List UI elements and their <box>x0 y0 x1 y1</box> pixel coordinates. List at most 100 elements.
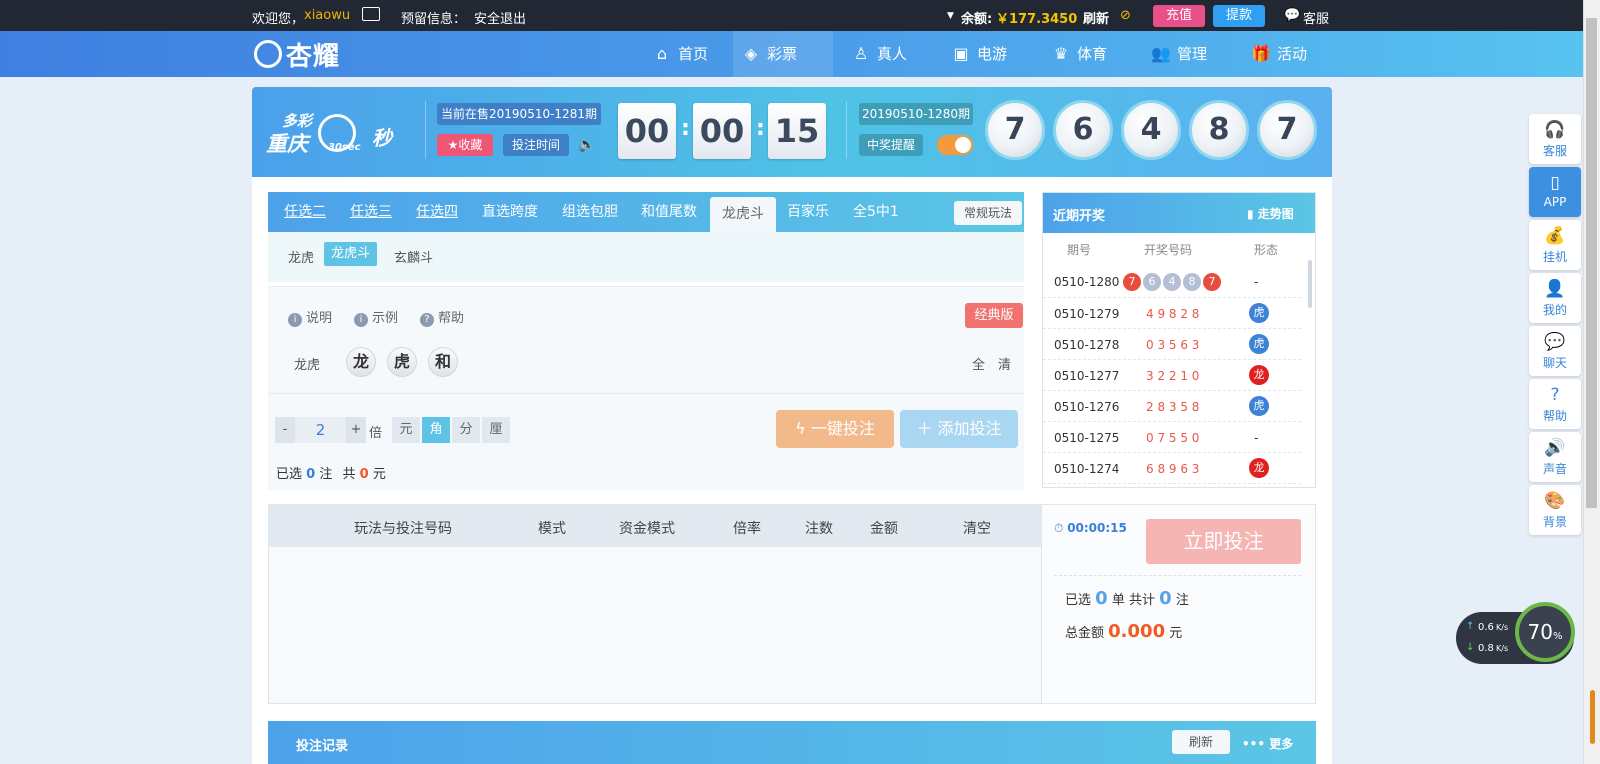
recent-row: 0510-1278 0 3 5 6 3 虎 <box>1043 329 1301 360</box>
nav-item-activity[interactable]: 🎁 活动 <box>1243 31 1307 77</box>
favorite-button[interactable]: ★收藏 <box>437 134 493 156</box>
countdown-hours: 00 <box>618 103 676 159</box>
sidebar-item-chat[interactable]: 💬 聊天 <box>1529 326 1581 376</box>
tab-any-two[interactable]: 任选二 <box>284 192 326 232</box>
multiplier-plus-button[interactable]: + <box>346 417 366 443</box>
tab-direct-span[interactable]: 直选跨度 <box>482 192 538 232</box>
multiplier-input[interactable]: 2 <box>295 417 346 443</box>
tab-all5-hit1[interactable]: 全5中1 <box>853 192 899 232</box>
sidebar-item-background[interactable]: 🎨 背景 <box>1529 485 1581 535</box>
nav-item-home[interactable]: ⌂ 首页 <box>644 31 708 77</box>
option-tie[interactable]: 和 <box>428 347 458 377</box>
multiplier-unit: 倍 <box>369 426 383 441</box>
page-scrollbar-thumb[interactable] <box>1586 18 1597 508</box>
nav-item-manage[interactable]: 👥 管理 <box>1143 31 1207 77</box>
tab-baccarat[interactable]: 百家乐 <box>787 192 829 232</box>
more-dots-icon: ••• <box>1242 737 1270 751</box>
chevron-down-icon[interactable]: ▼ <box>947 11 954 21</box>
site-logo[interactable]: 杏耀 <box>254 36 364 72</box>
eye-hide-icon[interactable]: ⊘ <box>1120 8 1131 23</box>
explain-link[interactable]: i 说明 <box>288 307 332 327</box>
sidebar-item-help[interactable]: ? 帮助 <box>1529 379 1581 429</box>
submit-bet-button[interactable]: 立即投注 <box>1146 519 1301 564</box>
bet-time-button[interactable]: 投注时间 <box>503 134 569 156</box>
dragon-badge: 龙 <box>1249 365 1269 385</box>
subtab-xuanlin-fight[interactable]: 玄麟斗 <box>394 247 433 266</box>
trend-chart-link[interactable]: ▮ 走势图 <box>1247 205 1294 222</box>
nav-item-sports[interactable]: ♛ 体育 <box>1043 31 1107 77</box>
tiger-badge: 虎 <box>1249 334 1269 354</box>
chat-icon: 💬 <box>1544 332 1566 352</box>
palette-icon: 🎨 <box>1544 491 1566 511</box>
balance-value: ￥177.3450 <box>996 12 1078 27</box>
add-bet-button[interactable]: ＋ 添加投注 <box>900 410 1018 448</box>
divider <box>846 101 847 159</box>
countdown-seconds: 15 <box>768 103 826 159</box>
nav-item-slots[interactable]: ▣ 电游 <box>943 31 1007 77</box>
bet-records-header: 投注记录 刷新 ••• 更多 <box>268 721 1316 764</box>
order-summary: 已选 0 单 共计 0 注 <box>1065 588 1189 609</box>
logo-emblem-icon <box>254 40 282 68</box>
multiplier-minus-button[interactable]: - <box>275 417 295 443</box>
sidebar-item-mine[interactable]: 👤 我的 <box>1529 273 1581 323</box>
records-refresh-button[interactable]: 刷新 <box>1172 730 1230 754</box>
divider <box>1054 575 1301 576</box>
clear-all-button[interactable]: 清空 <box>963 518 991 538</box>
speaker-icon: 🔊 <box>1544 438 1566 458</box>
tab-any-three[interactable]: 任选三 <box>350 192 392 232</box>
sidebar-item-service[interactable]: 🎧 客服 <box>1529 114 1581 164</box>
option-tiger[interactable]: 虎 <box>387 347 417 377</box>
clear-button[interactable]: 清 <box>998 354 1011 373</box>
subtab-dragon-tiger[interactable]: 龙虎 <box>288 247 314 266</box>
service-chat-icon[interactable]: 💬 <box>1284 8 1300 23</box>
recent-row: 0510-1275 0 7 5 5 0 - <box>1043 422 1301 453</box>
recent-row: 0510-1276 2 8 3 5 8 虎 <box>1043 391 1301 422</box>
help-link[interactable]: ? 帮助 <box>420 307 464 327</box>
speaker-icon[interactable]: 🔈 <box>578 137 595 153</box>
gift-icon: 🎁 <box>1251 44 1271 63</box>
recharge-button[interactable]: 充值 <box>1153 5 1205 27</box>
logout-link[interactable]: 安全退出 <box>474 8 526 27</box>
phone-icon: ▯ <box>1550 173 1560 193</box>
normal-mode-button[interactable]: 常规玩法 <box>954 201 1022 225</box>
nav-item-lottery[interactable]: ◈ 彩票 <box>733 31 833 77</box>
th-fund-mode: 资金模式 <box>619 521 675 537</box>
unit-jiao[interactable]: 角 <box>422 417 450 443</box>
sidebar-item-app[interactable]: ▯ APP <box>1529 167 1581 217</box>
service-link[interactable]: 客服 <box>1303 8 1329 27</box>
username[interactable]: xiaowu <box>304 8 350 23</box>
unit-fen[interactable]: 分 <box>452 417 480 443</box>
th-rate: 倍率 <box>733 521 761 537</box>
mail-icon[interactable] <box>362 7 380 21</box>
recent-row: 0510-1279 4 9 8 2 8 虎 <box>1043 298 1301 329</box>
recent-scrollbar[interactable] <box>1308 260 1312 308</box>
select-all-button[interactable]: 全 <box>972 354 985 373</box>
win-alert-toggle[interactable] <box>937 135 973 155</box>
unit-li[interactable]: 厘 <box>482 417 510 443</box>
tab-group-bile[interactable]: 组选包胆 <box>562 192 618 232</box>
refresh-link[interactable]: 刷新 <box>1083 8 1109 27</box>
balance-label: 余额: <box>961 12 993 27</box>
option-dragon[interactable]: 龙 <box>346 347 376 377</box>
sidebar-item-idle[interactable]: 💰 挂机 <box>1529 220 1581 270</box>
subtab-dragon-tiger-fight[interactable]: 龙虎斗 <box>324 242 377 266</box>
selected-count: 0 <box>306 467 316 482</box>
tab-dragon-tiger[interactable]: 龙虎斗 <box>710 197 776 232</box>
memory-gauge[interactable]: 70% <box>1515 602 1575 662</box>
tab-sum-tail[interactable]: 和值尾数 <box>641 192 697 232</box>
tiger-badge: 虎 <box>1249 396 1269 416</box>
sidebar-item-sound[interactable]: 🔊 声音 <box>1529 432 1581 482</box>
bar-chart-icon: ▮ <box>1247 207 1258 221</box>
classic-version-button[interactable]: 经典版 <box>965 303 1023 328</box>
unit-yuan[interactable]: 元 <box>392 417 420 443</box>
tab-any-four[interactable]: 任选四 <box>416 192 458 232</box>
records-more-link[interactable]: ••• 更多 <box>1242 735 1293 752</box>
example-link[interactable]: i 示例 <box>354 307 398 327</box>
recent-balls: 76487 <box>1123 273 1223 291</box>
toggle-knob <box>955 137 971 153</box>
withdraw-button[interactable]: 提款 <box>1213 5 1265 27</box>
nav-item-live[interactable]: ♙ 真人 <box>843 31 907 77</box>
bet-timer: ⏱ 00:00:15 <box>1054 521 1127 535</box>
quick-bet-button[interactable]: ϟ 一键投注 <box>776 410 894 448</box>
top-bar: 欢迎您， xiaowu 预留信息： 安全退出 ▼ 余额: ￥177.3450 刷… <box>0 0 1583 31</box>
